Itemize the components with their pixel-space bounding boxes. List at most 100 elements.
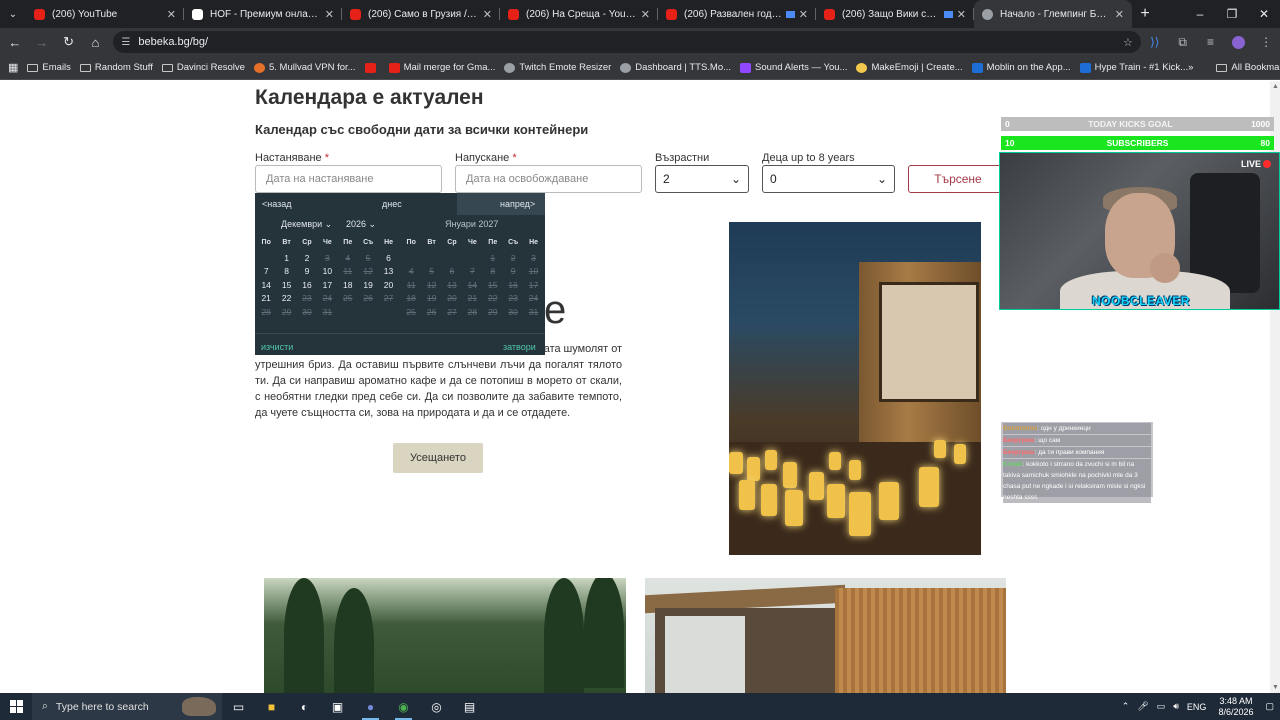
streamer-nickname: NOOBCLEAVER xyxy=(1092,294,1190,308)
tray-overflow-icon[interactable]: ⌃ xyxy=(1122,701,1130,712)
bookmark-item[interactable]: Dashboard | TTS.Mo... xyxy=(620,62,731,73)
checkin-date-input[interactable]: Дата на настаняване xyxy=(255,165,442,193)
back-icon[interactable]: ← xyxy=(3,30,27,54)
today-button[interactable]: днес xyxy=(382,199,402,209)
bookmark-item[interactable]: Hype Train - #1 Kick... xyxy=(1079,62,1189,73)
bookmark-item[interactable]: Moblin on the App... xyxy=(971,62,1071,73)
browser-tab[interactable]: Начало - Глемпинг Бебека ✕ xyxy=(974,0,1132,28)
volume-icon[interactable]: 🔊︎ xyxy=(1173,701,1179,712)
clock[interactable]: 3:48 AM 8/6/2026 xyxy=(1218,696,1253,718)
all-bookmarks-folder[interactable]: All Bookmarks xyxy=(1216,62,1280,73)
close-tab-icon[interactable]: ✕ xyxy=(1115,8,1124,21)
restore-icon[interactable]: ❐ xyxy=(1216,0,1248,28)
app-icon-3[interactable]: ▤ xyxy=(453,693,486,720)
bookmark-item[interactable]: Mail merge for Gma... xyxy=(388,62,495,73)
next-month-button[interactable]: напред> xyxy=(500,199,535,209)
extension-icon[interactable]: ⟩⟩ xyxy=(1141,30,1169,54)
available-day[interactable]: 10 xyxy=(317,266,337,280)
microphone-icon[interactable]: 🎤︎ xyxy=(1137,701,1148,712)
home-icon[interactable]: ⌂ xyxy=(84,30,108,54)
profile-avatar[interactable] xyxy=(1224,30,1252,54)
chrome-icon[interactable]: ◉ xyxy=(387,693,420,720)
browser-tab[interactable]: (206) Защо Вики се РАЗДЕ ✕ xyxy=(816,0,974,28)
kids-select[interactable]: 0 ⌄ xyxy=(762,165,895,193)
search-button[interactable]: Търсене xyxy=(908,165,1008,193)
available-day[interactable]: 20 xyxy=(378,280,398,294)
taskbar-search[interactable]: ⌕ Type here to search xyxy=(32,693,222,720)
bookmarks-overflow-icon[interactable]: » xyxy=(1188,62,1193,73)
bookmark-label: Emails xyxy=(42,62,71,73)
available-day[interactable]: 9 xyxy=(297,266,317,280)
extensions-puzzle-icon[interactable]: ⧉ xyxy=(1169,30,1197,54)
available-day[interactable]: 18 xyxy=(338,280,358,294)
browser-tab[interactable]: (206) На Среща - YouTube ✕ xyxy=(500,0,658,28)
app-icon[interactable]: ◐ xyxy=(288,693,321,720)
feel-button[interactable]: Усещането xyxy=(393,443,483,473)
minimize-icon[interactable]: – xyxy=(1184,0,1216,28)
close-tab-icon[interactable]: ✕ xyxy=(641,8,650,21)
candle xyxy=(849,460,861,480)
close-tab-icon[interactable]: ✕ xyxy=(167,8,176,21)
new-tab-button[interactable]: + xyxy=(1132,0,1158,28)
site-info-icon[interactable]: ☰ xyxy=(121,37,130,48)
close-tab-icon[interactable]: ✕ xyxy=(957,8,966,21)
available-day[interactable]: 17 xyxy=(317,280,337,294)
bookmark-item[interactable] xyxy=(364,62,380,73)
notifications-icon[interactable]: ▢ xyxy=(1265,701,1274,712)
close-button[interactable]: затвори xyxy=(503,342,536,352)
bookmark-star-icon[interactable]: ☆ xyxy=(1123,36,1133,49)
apps-grid-icon[interactable]: ▦ xyxy=(8,61,18,74)
language-indicator[interactable]: ENG xyxy=(1187,702,1207,712)
bookmark-item[interactable]: MakeEmoji | Create... xyxy=(856,62,963,73)
clear-button[interactable]: изчисти xyxy=(261,342,293,352)
address-bar[interactable]: ☰ bebeka.bg/bg/ ☆ xyxy=(113,31,1141,53)
start-button[interactable] xyxy=(0,693,32,720)
close-window-icon[interactable]: ✕ xyxy=(1248,0,1280,28)
browser-tab[interactable]: (206) Развален годеж, нов ✕ xyxy=(658,0,816,28)
available-day[interactable]: 1 xyxy=(276,253,296,267)
available-day[interactable]: 13 xyxy=(378,266,398,280)
available-day[interactable]: 22 xyxy=(276,293,296,307)
discord-icon[interactable]: ● xyxy=(354,693,387,720)
bing-decoration-icon xyxy=(182,697,216,716)
prev-month-button[interactable]: <назад xyxy=(262,199,292,209)
available-day[interactable]: 8 xyxy=(276,266,296,280)
close-tab-icon[interactable]: ✕ xyxy=(483,8,492,21)
bookmark-item[interactable]: Twitch Emote Resizer xyxy=(504,62,611,73)
disabled-day: 3 xyxy=(531,252,536,263)
menu-kebab-icon[interactable]: ⋮ xyxy=(1252,30,1280,54)
close-tab-icon[interactable]: ✕ xyxy=(799,8,808,21)
bookmark-item[interactable]: 5. Mullvad VPN for... xyxy=(253,62,356,73)
bookmark-item[interactable]: Random Stuff xyxy=(79,62,153,73)
available-day[interactable]: 19 xyxy=(358,280,378,294)
disabled-day: 5 xyxy=(365,252,371,263)
tab-search-icon[interactable]: ⌄ xyxy=(0,0,26,28)
task-view-icon[interactable]: ▭ xyxy=(222,693,255,720)
forward-icon[interactable]: → xyxy=(30,30,54,54)
bookmark-item[interactable]: Sound Alerts — You... xyxy=(740,62,847,73)
available-day[interactable]: 16 xyxy=(297,280,317,294)
file-explorer-icon[interactable]: ■ xyxy=(255,693,288,720)
available-day[interactable]: 2 xyxy=(297,253,317,267)
bookmark-item[interactable]: Davinci Resolve xyxy=(161,62,245,73)
bookmark-label: Hype Train - #1 Kick... xyxy=(1094,62,1189,73)
available-day[interactable]: 6 xyxy=(378,253,398,267)
browser-tab[interactable]: (206) YouTube ✕ xyxy=(26,0,184,28)
month-select[interactable]: Декември ⌄ xyxy=(281,219,332,230)
available-day[interactable]: 21 xyxy=(256,293,276,307)
checkout-date-input[interactable]: Дата на освобождаване xyxy=(455,165,642,193)
obs-icon[interactable]: ◎ xyxy=(420,693,453,720)
browser-tab[interactable]: HOF - Премиум онлайн магазин ✕ xyxy=(184,0,342,28)
available-day[interactable]: 15 xyxy=(276,280,296,294)
close-tab-icon[interactable]: ✕ xyxy=(325,8,334,21)
adults-select[interactable]: 2 ⌄ xyxy=(655,165,749,193)
available-day[interactable]: 14 xyxy=(256,280,276,294)
media-control-icon[interactable]: ≡ xyxy=(1197,30,1225,54)
bookmark-item[interactable]: Emails xyxy=(27,62,71,73)
network-icon[interactable]: ▭ xyxy=(1157,701,1166,712)
app-icon-2[interactable]: ▣ xyxy=(321,693,354,720)
available-day[interactable]: 7 xyxy=(256,266,276,280)
year-select[interactable]: 2026 ⌄ xyxy=(346,219,376,230)
browser-tab[interactable]: (206) Само в Грузия / Не бях ✕ xyxy=(342,0,500,28)
reload-icon[interactable]: ↻ xyxy=(57,30,81,54)
